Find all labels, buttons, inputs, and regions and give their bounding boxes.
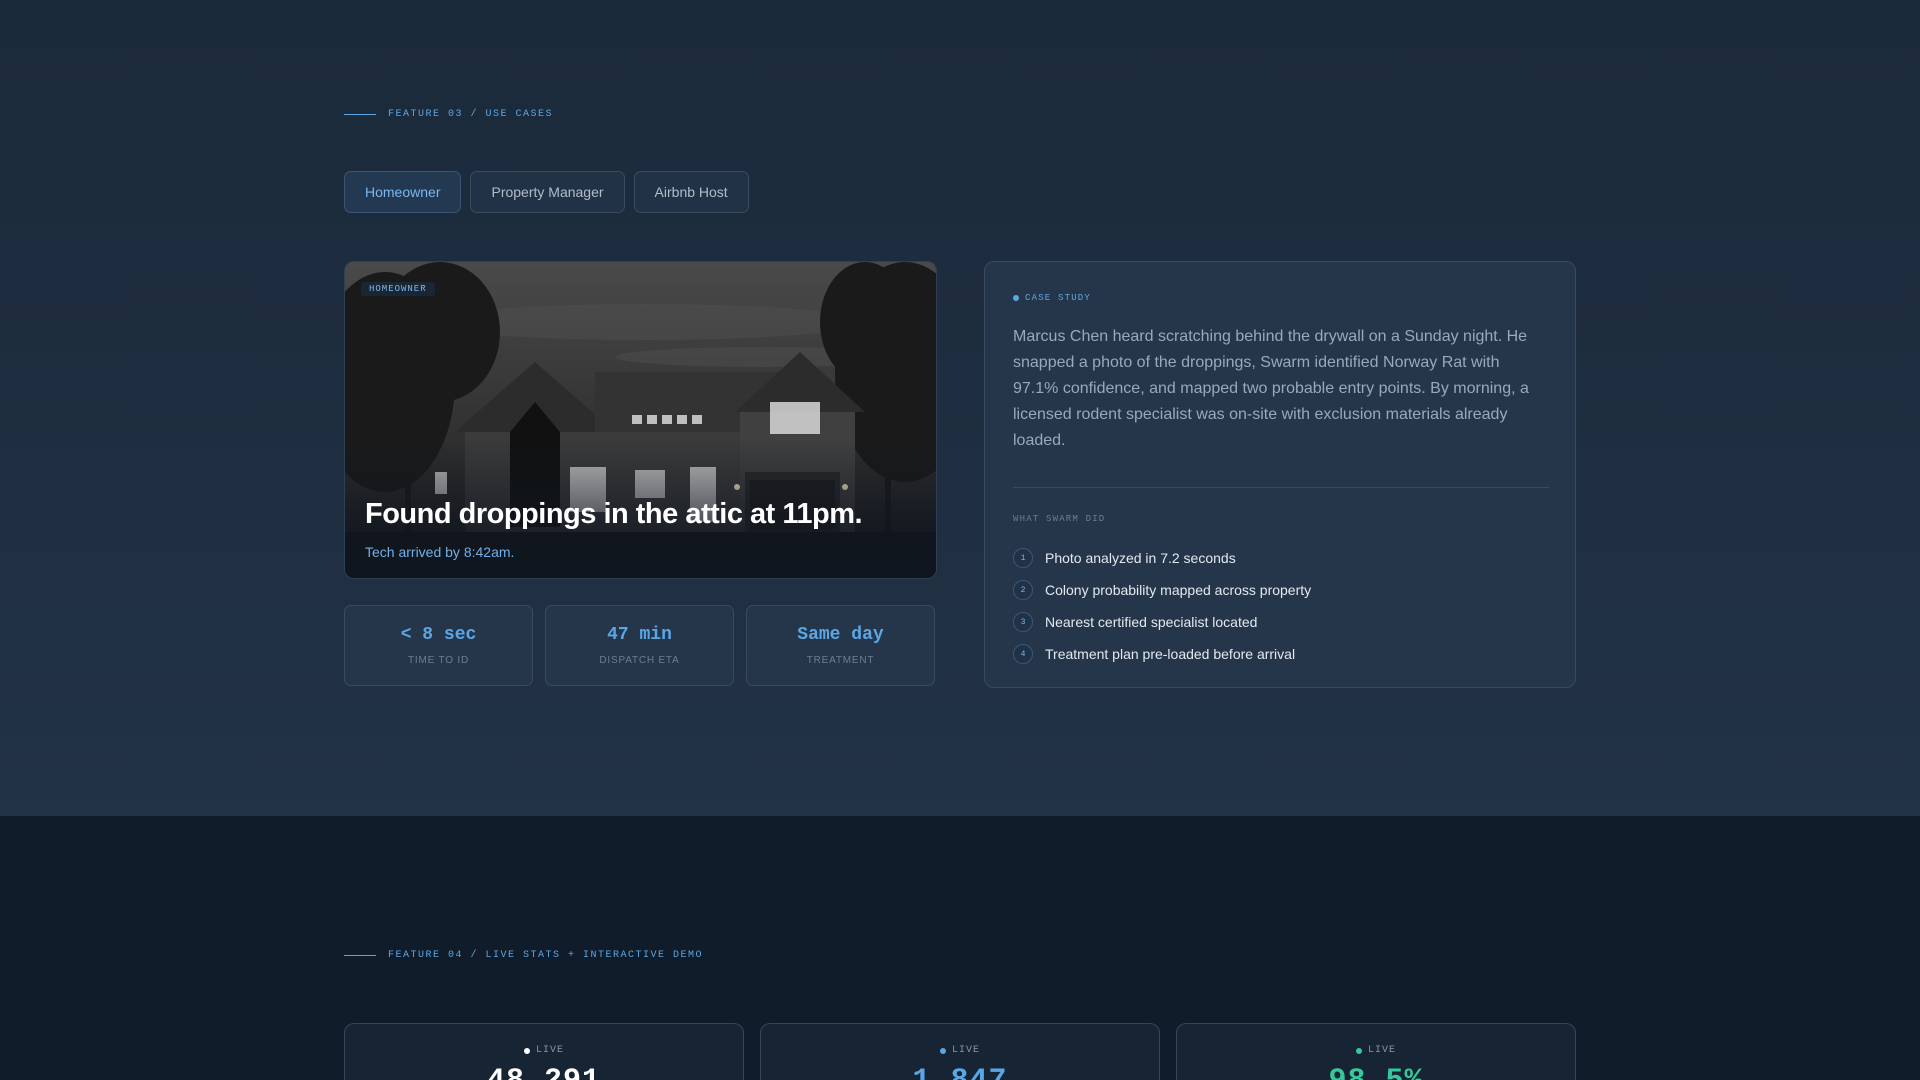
live-stat-card: LIVE 98.5% [1176,1023,1576,1080]
dot-icon [939,1047,946,1054]
section-eyebrow: FEATURE 03 / USE CASES [344,109,553,120]
eyebrow-text: FEATURE 04 / LIVE STATS + INTERACTIVE DE… [388,950,704,961]
metric-label: TIME TO ID [408,655,469,666]
metric-card: < 8 sec TIME TO ID [344,605,533,686]
live-indicator: LIVE [1355,1045,1396,1056]
step-text: Photo analyzed in 7.2 seconds [1045,550,1236,566]
live-stat-value: 48,291 [487,1064,601,1080]
live-stat-card: LIVE 1,847 [760,1023,1160,1080]
metric-value: 47 min [607,625,672,645]
list-item: 1 Photo analyzed in 7.2 seconds [1013,542,1311,574]
use-case-image-card: HOMEOWNER Found droppings in the attic a… [344,261,937,579]
hero-subline: Tech arrived by 8:42am. [365,544,515,560]
tab-airbnb-host[interactable]: Airbnb Host [633,171,749,213]
list-item: 3 Nearest certified specialist located [1013,606,1311,638]
metric-card: 47 min DISPATCH ETA [545,605,734,686]
live-indicator: LIVE [939,1045,980,1056]
case-study-tag-label: CASE STUDY [1025,293,1092,303]
metric-label: TREATMENT [806,655,875,666]
tab-homeowner[interactable]: Homeowner [344,171,462,213]
live-stat-card: LIVE 48,291 [344,1023,744,1080]
section-eyebrow: FEATURE 04 / LIVE STATS + INTERACTIVE DE… [344,950,703,961]
step-number: 1 [1013,548,1033,568]
live-label: LIVE [951,1045,980,1056]
metrics-row: < 8 sec TIME TO ID 47 min DISPATCH ETA S… [344,605,935,686]
list-item: 2 Colony probability mapped across prope… [1013,574,1311,606]
dot-icon [1013,295,1019,301]
divider [1013,487,1549,488]
metric-value: Same day [797,625,884,645]
eyebrow-text: FEATURE 03 / USE CASES [388,109,554,120]
case-study-card: CASE STUDY Marcus Chen heard scratching … [984,261,1576,688]
step-text: Colony probability mapped across propert… [1045,582,1312,598]
what-swarm-did-heading: WHAT SWARM DID [1013,514,1106,524]
live-label: LIVE [535,1045,564,1056]
live-indicator: LIVE [523,1045,564,1056]
list-item: 4 Treatment plan pre-loaded before arriv… [1013,638,1311,670]
metric-value: < 8 sec [400,625,477,645]
step-number: 4 [1013,644,1033,664]
live-stats-row: LIVE 48,291 LIVE 1,847 LIVE 98.5% [344,1023,1576,1080]
dot-icon [523,1047,530,1054]
use-case-tabs: Homeowner Property Manager Airbnb Host [344,171,749,213]
step-text: Nearest certified specialist located [1045,614,1258,630]
metric-card: Same day TREATMENT [746,605,935,686]
metric-label: DISPATCH ETA [599,655,680,666]
case-study-story: Marcus Chen heard scratching behind the … [1013,328,1529,449]
step-number: 2 [1013,580,1033,600]
step-number: 3 [1013,612,1033,632]
use-cases-section: FEATURE 03 / USE CASES Homeowner Propert… [0,0,1920,816]
case-study-tag: CASE STUDY [1013,293,1091,303]
persona-badge: HOMEOWNER [361,282,435,296]
steps-list: 1 Photo analyzed in 7.2 seconds 2 Colony… [1013,542,1311,670]
step-text: Treatment plan pre-loaded before arrival [1045,646,1296,662]
live-stat-value: 98.5% [1328,1064,1423,1080]
live-stat-value: 1,847 [912,1064,1007,1080]
dot-icon [1355,1047,1362,1054]
eyebrow-rule [344,955,376,956]
live-label: LIVE [1367,1045,1396,1056]
eyebrow-rule [344,114,376,115]
hero-headline: Found droppings in the attic at 11pm. [365,498,863,530]
tab-property-manager[interactable]: Property Manager [470,171,625,213]
